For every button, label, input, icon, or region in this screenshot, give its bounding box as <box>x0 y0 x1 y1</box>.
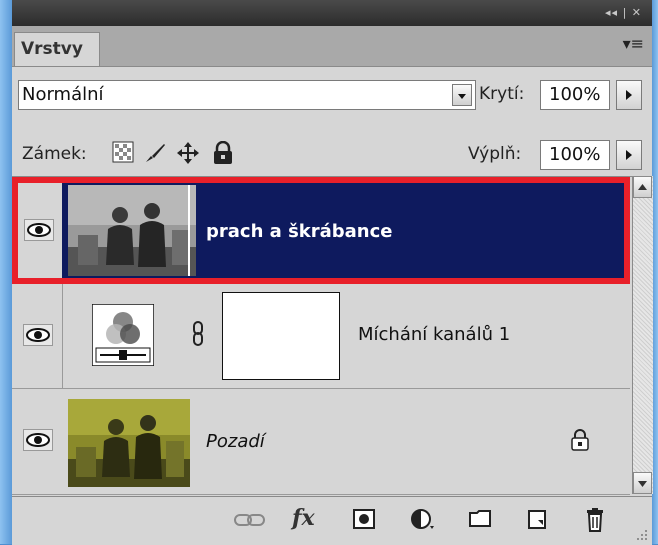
add-mask-icon[interactable] <box>352 507 376 531</box>
link-chain-icon[interactable] <box>192 321 204 347</box>
panel-menu-icon[interactable]: ▾≡ <box>623 34 644 53</box>
layers-scrollbar[interactable] <box>632 176 653 494</box>
layer-row-michani[interactable]: Míchání kanálů 1 <box>12 284 630 389</box>
blend-mode-value: Normální <box>22 84 104 105</box>
eye-icon[interactable] <box>23 324 53 346</box>
resize-grip-icon[interactable] <box>634 527 648 541</box>
layer-name-pozadi[interactable]: Pozadí <box>206 431 265 452</box>
blend-mode-select[interactable]: Normální <box>18 80 476 110</box>
panel-window-controls[interactable]: ◂◂ | ✕ <box>605 6 642 19</box>
chevron-down-icon[interactable] <box>452 84 472 106</box>
fx-icon[interactable]: fx <box>292 505 315 531</box>
eye-icon[interactable] <box>24 219 54 241</box>
layers-panel: ◂◂ | ✕ Vrstvy ▾≡ Normální Krytí: 100% Zá… <box>12 0 653 545</box>
fill-field[interactable]: 100% <box>540 140 610 170</box>
fill-label: Výplň: <box>468 144 522 164</box>
layer-row-pozadi[interactable]: Pozadí <box>12 389 630 495</box>
lock-paint-icon[interactable] <box>143 141 167 165</box>
layers-list: prach a škrábance Míchání kanálů 1 Pozad… <box>12 176 652 497</box>
lock-transparency-icon[interactable] <box>112 141 134 163</box>
layer-name-michani[interactable]: Míchání kanálů 1 <box>358 324 510 345</box>
tab-layers[interactable]: Vrstvy <box>14 32 100 66</box>
opacity-label: Krytí: <box>479 84 525 104</box>
scroll-down-button[interactable] <box>633 472 652 494</box>
lock-label: Zámek: <box>22 144 87 164</box>
channel-mixer-adjustment-icon[interactable] <box>92 304 154 366</box>
row-divider <box>62 284 63 389</box>
layer-mask-thumbnail[interactable] <box>222 292 340 380</box>
visibility-toggle[interactable] <box>18 183 62 278</box>
visibility-toggle[interactable] <box>18 284 58 388</box>
panel-tab-row: Vrstvy ▾≡ <box>12 26 652 67</box>
window-frame-left <box>0 0 12 544</box>
new-group-icon[interactable] <box>468 507 492 529</box>
trash-icon[interactable] <box>584 507 606 533</box>
visibility-toggle[interactable] <box>18 389 58 494</box>
link-layers-icon[interactable] <box>234 513 266 527</box>
layer-lock-icon <box>571 429 589 451</box>
adjustment-layer-icon[interactable] <box>410 507 436 531</box>
eye-icon[interactable] <box>23 429 53 451</box>
scroll-up-button[interactable] <box>633 176 652 198</box>
lock-all-icon[interactable] <box>212 141 234 165</box>
fill-slider-button[interactable] <box>616 140 642 170</box>
opacity-slider-button[interactable] <box>616 80 642 110</box>
layer-thumbnail-background[interactable] <box>68 399 190 487</box>
layer-name-prach[interactable]: prach a škrábance <box>206 221 393 242</box>
lock-move-icon[interactable] <box>176 141 200 165</box>
layer-thumbnail-photo[interactable] <box>68 185 196 276</box>
opacity-field[interactable]: 100% <box>540 80 610 110</box>
panel-title-strip: ◂◂ | ✕ <box>12 0 652 26</box>
layer-row-prach[interactable]: prach a škrábance <box>12 177 630 284</box>
new-layer-icon[interactable] <box>526 507 548 531</box>
layers-bottom-toolbar: fx <box>12 496 652 545</box>
